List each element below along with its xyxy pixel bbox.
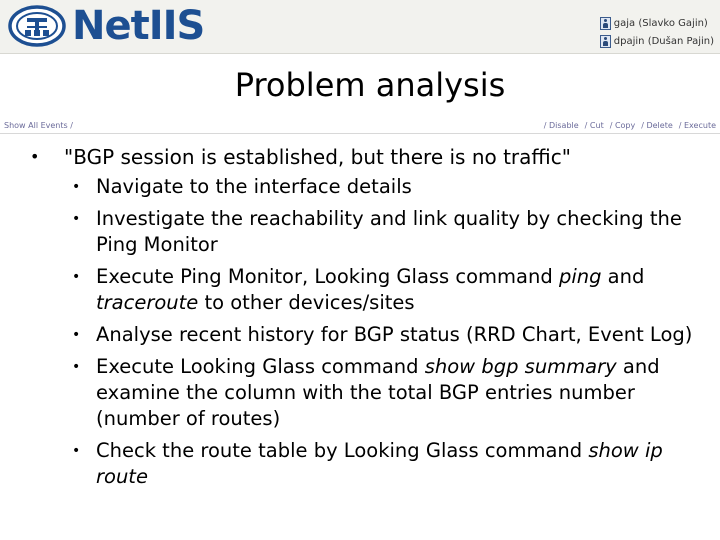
user-icon <box>599 16 611 30</box>
user-icon <box>599 34 611 48</box>
command-text: ping <box>558 265 602 288</box>
step-text-part: Investigate the reachability and link qu… <box>96 207 682 256</box>
step-item: • Navigate to the interface details <box>72 174 720 200</box>
step-text: Analyse recent history for BGP status (R… <box>96 322 694 348</box>
problem-content: • "BGP session is established, but there… <box>30 142 720 496</box>
analysis-steps: • Navigate to the interface details • Inves… <box>72 174 720 490</box>
globe-logo-icon <box>8 5 66 47</box>
bullet-icon: • <box>72 327 81 343</box>
bullet-icon: • <box>30 147 40 166</box>
netiis-logo: NetIIS <box>8 3 205 49</box>
page-title: Problem analysis <box>234 66 506 104</box>
bullet-icon: • <box>72 179 81 195</box>
user-entry-gaja[interactable]: gaja (Slavko Gajin) <box>599 16 714 30</box>
command-text: traceroute <box>96 291 199 314</box>
step-text: Investigate the reachability and link qu… <box>96 206 694 258</box>
execute-link[interactable]: / Execute <box>679 121 716 130</box>
step-item: • Execute Ping Monitor, Looking Glass com… <box>72 264 720 316</box>
bullet-icon: • <box>72 359 81 375</box>
bullet-icon: • <box>72 269 81 285</box>
step-text: Execute Looking Glass command show bgp s… <box>96 354 694 432</box>
user-label: gaja (Slavko Gajin) <box>613 17 708 29</box>
step-text: Navigate to the interface details <box>96 174 694 200</box>
show-all-events-link[interactable]: Show All Events / <box>4 121 73 130</box>
bullet-icon: • <box>72 443 81 459</box>
step-item: • Analyse recent history for BGP status (… <box>72 322 720 348</box>
step-text-part: Check the route table by Looking Glass c… <box>96 439 589 462</box>
step-text-part: and <box>601 265 645 288</box>
cut-link[interactable]: / Cut <box>585 121 604 130</box>
app-header: NetIIS gaja (Slavko Gajin) dpajin (Dušan… <box>0 0 720 54</box>
delete-link[interactable]: / Delete <box>641 121 673 130</box>
bullet-icon: • <box>72 211 81 227</box>
action-toolbar: Show All Events / / Disable / Cut / Copy… <box>0 118 720 134</box>
toolbar-divider <box>0 133 720 134</box>
step-item: • Investigate the reachability and link q… <box>72 206 720 258</box>
disable-link[interactable]: / Disable <box>544 121 579 130</box>
step-item: • Check the route table by Looking Glass … <box>72 438 720 490</box>
user-label: dpajin (Dušan Pajin) <box>613 35 714 47</box>
step-text-part: Analyse recent history for BGP status (R… <box>96 323 693 346</box>
copy-link[interactable]: / Copy <box>610 121 636 130</box>
user-entry-dpajin[interactable]: dpajin (Dušan Pajin) <box>599 34 714 48</box>
problem-item: • "BGP session is established, but there… <box>30 142 720 172</box>
problem-statement: "BGP session is established, but there i… <box>64 145 571 169</box>
user-list: gaja (Slavko Gajin) dpajin (Dušan Pajin) <box>599 16 714 48</box>
logo-wordmark: NetIIS <box>72 3 205 49</box>
step-text-part: Navigate to the interface details <box>96 175 412 198</box>
toolbar-actions: / Disable / Cut / Copy / Delete / Execut… <box>544 121 716 130</box>
step-text-part: to other devices/sites <box>198 291 415 314</box>
step-text: Check the route table by Looking Glass c… <box>96 438 694 490</box>
command-text: show bgp summary <box>424 355 617 378</box>
step-item: • Execute Looking Glass command show bgp … <box>72 354 720 432</box>
step-text: Execute Ping Monitor, Looking Glass comm… <box>96 264 694 316</box>
step-text-part: Execute Ping Monitor, Looking Glass comm… <box>96 265 559 288</box>
step-text-part: Execute Looking Glass command <box>96 355 425 378</box>
